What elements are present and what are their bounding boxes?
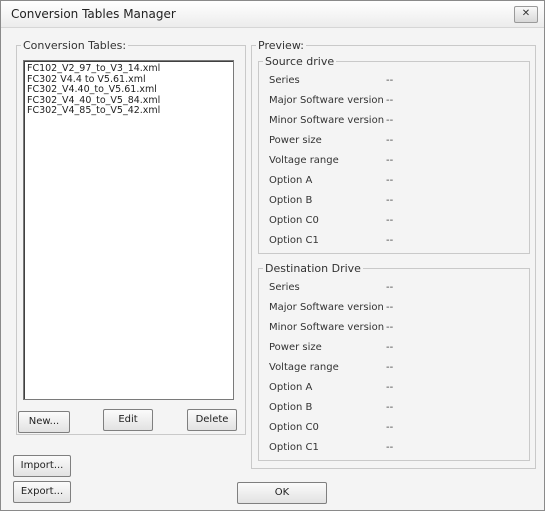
destination-field-label: Power size (269, 342, 322, 353)
export-button[interactable]: Export... (13, 481, 71, 503)
source-field-value: -- (386, 75, 394, 86)
source-field-value: -- (386, 235, 394, 246)
source-field-value: -- (386, 195, 394, 206)
source-field-value: -- (386, 115, 394, 126)
destination-field-label: Option C0 (269, 422, 319, 433)
destination-field-value: -- (386, 382, 394, 393)
source-field-label: Voltage range (269, 155, 339, 166)
edit-button[interactable]: Edit (103, 409, 153, 431)
list-item[interactable]: FC302_V4_85_to_V5_42.xml (27, 105, 233, 117)
conversion-tables-window: Conversion Tables Manager ✕ Conversion T… (0, 0, 545, 511)
destination-field-label: Option B (269, 402, 313, 413)
ok-button[interactable]: OK (237, 482, 327, 504)
source-field-label: Option C0 (269, 215, 319, 226)
source-field-value: -- (386, 135, 394, 146)
destination-drive-legend: Destination Drive (265, 262, 361, 275)
source-field-value: -- (386, 175, 394, 186)
destination-field-label: Minor Software version (269, 322, 385, 333)
source-field-value: -- (386, 95, 394, 106)
source-field-label: Series (269, 75, 300, 86)
conversion-tables-legend: Conversion Tables: (23, 39, 127, 52)
source-field-label: Option B (269, 195, 313, 206)
preview-legend: Preview: (258, 39, 304, 52)
destination-field-value: -- (386, 402, 394, 413)
new-button[interactable]: New... (18, 411, 70, 433)
source-field-label: Option C1 (269, 235, 319, 246)
destination-field-value: -- (386, 442, 394, 453)
source-drive-legend: Source drive (265, 55, 335, 68)
destination-field-value: -- (386, 422, 394, 433)
source-field-label: Option A (269, 175, 313, 186)
destination-field-label: Series (269, 282, 300, 293)
destination-field-value: -- (386, 282, 394, 293)
close-icon: ✕ (521, 8, 531, 19)
destination-field-label: Option A (269, 382, 313, 393)
destination-field-label: Major Software version (269, 302, 384, 313)
close-button[interactable]: ✕ (514, 6, 538, 23)
import-button[interactable]: Import... (13, 455, 71, 477)
source-field-label: Major Software version (269, 95, 384, 106)
destination-field-value: -- (386, 362, 394, 373)
title-bar[interactable]: Conversion Tables Manager ✕ (1, 1, 544, 28)
delete-button[interactable]: Delete (187, 409, 237, 431)
window-title: Conversion Tables Manager (11, 7, 176, 21)
destination-field-value: -- (386, 302, 394, 313)
list-item[interactable]: FC102_V2_97_to_V3_14.xml (27, 63, 233, 75)
source-field-value: -- (386, 215, 394, 226)
source-field-label: Power size (269, 135, 322, 146)
destination-field-value: -- (386, 322, 394, 333)
list-item[interactable]: FC302_V4.40_to_V5.61.xml (27, 84, 233, 96)
destination-field-label: Voltage range (269, 362, 339, 373)
destination-field-value: -- (386, 342, 394, 353)
conversion-tables-list[interactable]: FC102_V2_97_to_V3_14.xml FC302 V4.4 to V… (23, 60, 234, 400)
source-field-label: Minor Software version (269, 115, 385, 126)
source-field-value: -- (386, 155, 394, 166)
destination-field-label: Option C1 (269, 442, 319, 453)
